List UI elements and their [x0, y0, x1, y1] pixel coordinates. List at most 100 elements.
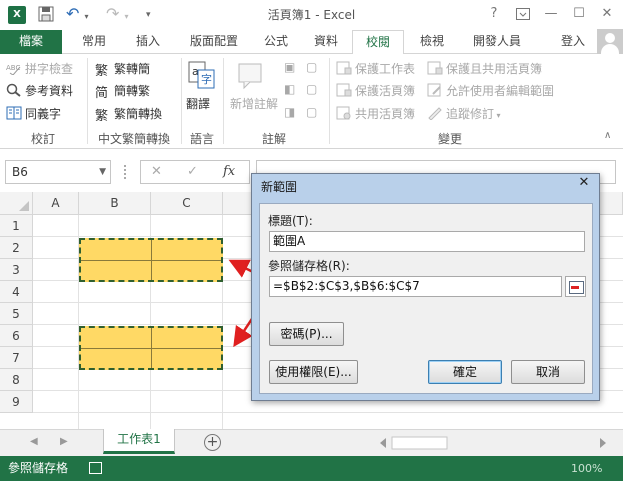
next-sheet-icon[interactable]: ▶ — [60, 436, 68, 447]
cancel-button[interactable]: 取消 — [511, 360, 585, 384]
group-label-chinese: 中文繁簡轉換 — [97, 132, 170, 146]
column-header-b[interactable]: B — [79, 192, 151, 215]
tab-insert[interactable]: 插入 — [124, 30, 172, 54]
insert-function-icon[interactable]: fx — [223, 161, 235, 183]
sheet-tab[interactable]: 工作表1 — [103, 429, 175, 454]
status-text: 參照儲存格 — [8, 461, 69, 475]
protect-share-label: 保護且共用活頁簿 — [446, 62, 543, 76]
tab-view[interactable]: 檢視 — [408, 30, 456, 54]
help-icon[interactable]: ? — [481, 2, 507, 26]
to-simplified-button[interactable]: 繁繁轉簡 — [95, 60, 150, 79]
row-header-3[interactable]: 3 — [0, 259, 33, 281]
reference-field-label: 參照儲存格(R): — [268, 259, 350, 273]
show-comment-icon[interactable]: ▢ — [306, 60, 317, 74]
avatar[interactable] — [597, 29, 623, 55]
chevron-down-icon[interactable]: ▼ — [99, 161, 106, 183]
allow-edit-ranges-label: 允許使用者編輯範圍 — [446, 84, 555, 98]
cancel-entry-icon[interactable]: ✕ — [151, 161, 162, 183]
maximize-icon[interactable]: ☐ — [566, 2, 592, 26]
column-header-c[interactable]: C — [151, 192, 223, 215]
research-button[interactable]: 參考資料 — [6, 82, 73, 99]
formula-bar-grip[interactable] — [124, 165, 128, 179]
to-traditional-button[interactable]: 简簡轉繁 — [95, 82, 150, 101]
group-label-comments: 註解 — [261, 132, 286, 146]
add-sheet-icon[interactable]: + — [204, 434, 221, 451]
share-workbook-button[interactable]: 共用活頁簿 — [336, 105, 415, 122]
track-changes-icon — [427, 106, 443, 121]
row-header-8[interactable]: 8 — [0, 369, 33, 391]
convert-char-icon: 繁 — [95, 109, 109, 124]
horizontal-scrollbar[interactable] — [378, 436, 608, 450]
ok-button[interactable]: 確定 — [428, 360, 502, 384]
row-header-9[interactable]: 9 — [0, 391, 33, 413]
show-all-comments-icon[interactable]: ▢ — [306, 82, 317, 96]
row-header-2[interactable]: 2 — [0, 237, 33, 259]
macro-record-icon[interactable] — [89, 462, 102, 474]
protect-share-button[interactable]: 保護且共用活頁簿 — [427, 60, 542, 77]
collapse-ribbon-icon[interactable]: ∧ — [604, 130, 611, 141]
translate-button[interactable]: a字 — [186, 60, 216, 90]
tab-file[interactable]: 檔案 — [0, 30, 62, 54]
share-workbook-icon — [336, 106, 352, 120]
new-comment-button[interactable] — [236, 60, 266, 93]
tab-page-layout[interactable]: 版面配置 — [177, 30, 251, 54]
row-header-6[interactable]: 6 — [0, 325, 33, 347]
show-ink-icon[interactable]: ▢ — [306, 105, 317, 119]
tab-data[interactable]: 資料 — [302, 30, 350, 54]
translate-label: 翻譯 — [186, 97, 211, 111]
svg-text:ABC: ABC — [6, 64, 20, 72]
tab-review[interactable]: 校閱 — [352, 30, 404, 55]
convert-button[interactable]: 繁繁簡轉換 — [95, 105, 162, 124]
sign-in-link[interactable]: 登入 — [561, 30, 585, 53]
simplified-char-icon: 简 — [95, 86, 109, 101]
new-range-dialog: 新範圍 ✕ 標題(T): 範圍A 參照儲存格(R): =$B$2:$C$3,$B… — [251, 173, 600, 401]
thesaurus-button[interactable]: 同義字 — [6, 105, 61, 122]
enter-check-icon[interactable]: ✓ — [187, 161, 198, 183]
research-icon — [6, 83, 22, 97]
prev-sheet-icon[interactable]: ◀ — [30, 436, 38, 447]
tab-developer[interactable]: 開發人員 — [462, 30, 532, 54]
collapse-dialog-icon[interactable] — [565, 276, 586, 297]
group-label-proofing: 校訂 — [30, 132, 55, 146]
to-simplified-label: 繁轉簡 — [114, 62, 151, 76]
zoom-level[interactable]: 100% — [571, 456, 602, 481]
range-b2-c3[interactable] — [79, 238, 223, 282]
tab-formulas[interactable]: 公式 — [254, 30, 298, 54]
dialog-body: 標題(T): 範圍A 參照儲存格(R): =$B$2:$C$3,$B$6:$C$… — [259, 203, 593, 394]
row-header-4[interactable]: 4 — [0, 281, 33, 303]
prev-comment-icon[interactable]: ◧ — [284, 82, 295, 96]
row-header-5[interactable]: 5 — [0, 303, 33, 325]
name-box-value: B6 — [12, 165, 28, 179]
research-label: 參考資料 — [25, 84, 74, 98]
delete-comment-icon[interactable]: ▣ — [284, 60, 295, 74]
group-label-language: 語言 — [189, 132, 214, 146]
column-header-a[interactable]: A — [33, 192, 79, 215]
allow-edit-ranges-button[interactable]: 允許使用者編輯範圍 — [427, 82, 554, 99]
ribbon-display-icon[interactable] — [510, 2, 536, 26]
thesaurus-icon — [6, 106, 22, 120]
title-field[interactable]: 範圍A — [269, 231, 585, 252]
protect-sheet-button[interactable]: 保護工作表 — [336, 60, 415, 77]
close-icon[interactable]: ✕ — [594, 2, 620, 26]
protect-workbook-button[interactable]: 保護活頁簿 — [336, 82, 415, 99]
dialog-close-icon[interactable]: ✕ — [575, 175, 593, 191]
spelling-button[interactable]: ABC 拼字檢查 — [6, 60, 73, 77]
password-button[interactable]: 密碼(P)... — [269, 322, 344, 346]
thesaurus-label: 同義字 — [25, 107, 62, 121]
permissions-button[interactable]: 使用權限(E)... — [269, 360, 358, 384]
row-header-1[interactable]: 1 — [0, 215, 33, 237]
next-comment-icon[interactable]: ◨ — [284, 105, 295, 119]
to-traditional-label: 簡轉繁 — [114, 84, 151, 98]
select-all-button[interactable] — [0, 192, 33, 215]
name-box[interactable]: B6 ▼ — [5, 160, 111, 184]
row-header-7[interactable]: 7 — [0, 347, 33, 369]
reference-field[interactable]: =$B$2:$C$3,$B$6:$C$7 — [269, 276, 562, 297]
track-changes-button[interactable]: 追蹤修訂 ▾ — [427, 105, 501, 122]
range-b6-c7[interactable] — [79, 326, 223, 370]
minimize-icon[interactable]: — — [538, 2, 564, 26]
tab-home[interactable]: 常用 — [67, 30, 121, 54]
sheet-tab-bar: ◀ ▶ 工作表1 + — [0, 429, 623, 456]
spelling-label: 拼字檢查 — [25, 62, 74, 76]
share-workbook-label: 共用活頁簿 — [355, 107, 416, 121]
gridline — [33, 412, 623, 413]
